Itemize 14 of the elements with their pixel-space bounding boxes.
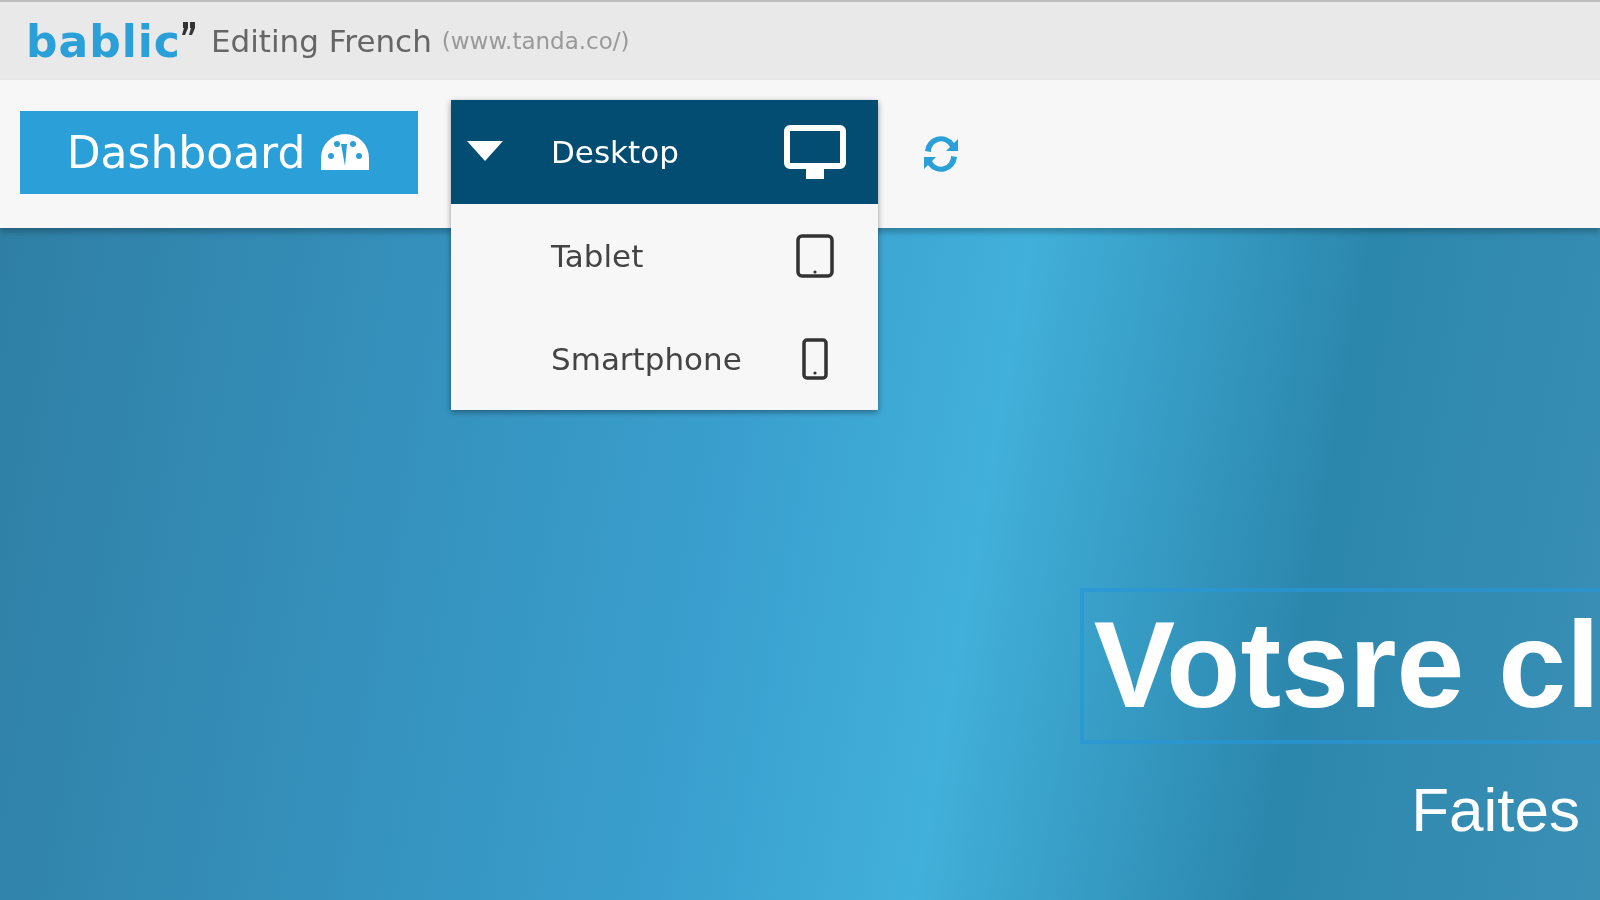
editing-title: Editing French [210, 23, 432, 59]
device-option[interactable]: Smartphone [451, 307, 878, 410]
logo: bablic [26, 15, 197, 67]
device-option[interactable]: Tablet [451, 204, 878, 307]
hero-subheading: Faites [1411, 774, 1581, 845]
device-option[interactable]: Desktop [451, 100, 878, 204]
hero-heading: Votsre cl [1079, 588, 1600, 744]
monitor-icon [784, 125, 846, 179]
caret-icon [467, 141, 503, 163]
phone-icon [802, 337, 828, 380]
quote-mark-icon [180, 21, 197, 36]
site-url: (www.tanda.co/) [441, 28, 630, 54]
gauge-icon [319, 132, 372, 172]
tablet-icon [796, 233, 834, 278]
